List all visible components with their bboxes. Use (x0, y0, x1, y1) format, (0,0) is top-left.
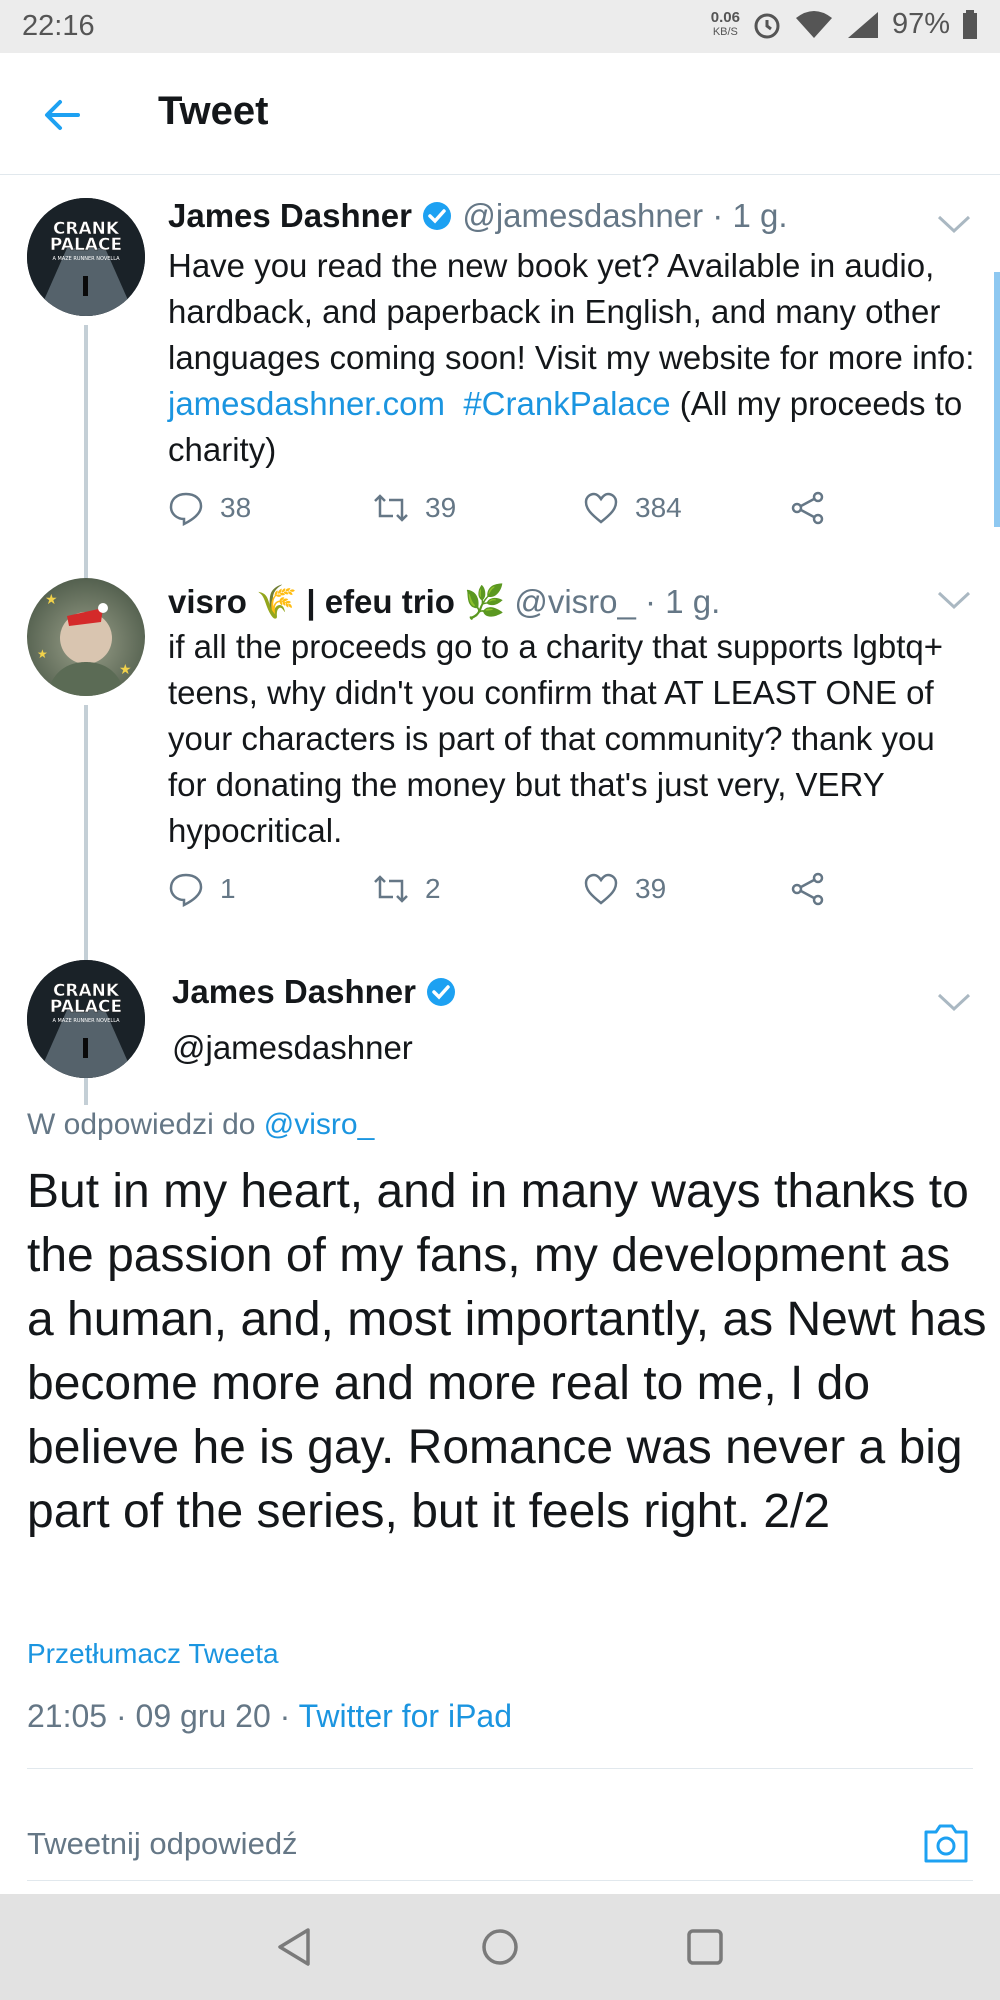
network-speed-value: 0.06 (710, 8, 740, 26)
like-button[interactable]: 39 (583, 871, 666, 907)
avatar[interactable]: CRANK PALACE A MAZE RUNNER NOVELLA (27, 198, 145, 316)
tweet-age: · 1 g. (645, 583, 721, 620)
cover-title-line2: PALACE (50, 997, 122, 1017)
chevron-down-icon[interactable] (936, 213, 972, 235)
tweet-timestamp: 21:05 · 09 gru 20 · Twitter for iPad (27, 1698, 512, 1735)
like-count: 384 (635, 492, 682, 523)
retweet-count: 39 (425, 492, 457, 523)
website-link[interactable]: jamesdashner.com (168, 385, 445, 422)
cover-title-line2: PALACE (50, 235, 122, 255)
cover-subtitle: A MAZE RUNNER NOVELLA (52, 1018, 120, 1024)
user-photo-image: ★ ★ ★ (37, 592, 132, 696)
wifi-icon (795, 10, 832, 38)
tweet-text: Have you read the new book yet? Availabl… (168, 243, 978, 473)
nav-back-icon[interactable] (272, 1924, 318, 1970)
nav-recents-icon[interactable] (682, 1924, 728, 1970)
book-cover-image: CRANK PALACE A MAZE RUNNER NOVELLA (27, 198, 145, 316)
reply-button[interactable]: 1 (168, 871, 236, 907)
network-speed-unit: KB/S (712, 25, 738, 38)
retweet-button[interactable]: 2 (373, 871, 441, 907)
status-time: 22:16 (22, 10, 95, 42)
reply-composer[interactable]: Tweetnij odpowiedź (27, 1818, 973, 1874)
reply-context: W odpowiedzi do @visro_ (27, 1108, 374, 1142)
share-icon (791, 872, 824, 906)
retweet-icon (374, 875, 408, 903)
author-name[interactable]: James Dashner (168, 197, 412, 234)
hashtag-link[interactable]: #CrankPalace (463, 385, 670, 422)
reply-button[interactable]: 38 (168, 490, 251, 526)
back-arrow-icon[interactable] (38, 91, 86, 139)
share-button[interactable] (790, 871, 826, 907)
chevron-down-icon[interactable] (936, 589, 972, 611)
reply-context-prefix: W odpowiedzi do (27, 1108, 264, 1141)
translate-tweet-link[interactable]: Przetłumacz Tweeta (27, 1638, 279, 1670)
status-icons: 0.06 KB/S 97% (711, 8, 978, 41)
focused-tweet-header[interactable]: CRANK PALACE A MAZE RUNNER NOVELLA James… (0, 955, 1000, 1095)
page-title: Tweet (158, 89, 269, 133)
battery-percent: 97% (891, 8, 950, 40)
like-count: 39 (635, 873, 667, 904)
tweet-header: visro 🌾 | efeu trio 🌿 @visro_ · 1 g. (168, 583, 720, 622)
timestamp-text: 21:05 · 09 gru 20 · (27, 1698, 299, 1734)
system-nav-bar (0, 1894, 1000, 2000)
reply-count: 38 (220, 492, 252, 523)
book-cover-image: CRANK PALACE A MAZE RUNNER NOVELLA (27, 960, 145, 1078)
reply-to-handle[interactable]: @visro_ (264, 1108, 374, 1141)
svg-text:★: ★ (45, 592, 58, 608)
retweet-button[interactable]: 39 (373, 490, 456, 526)
svg-text:★: ★ (119, 662, 132, 678)
camera-icon[interactable] (923, 1822, 969, 1864)
share-icon (791, 491, 824, 525)
heart-icon (584, 492, 618, 524)
avatar[interactable]: ★ ★ ★ (27, 578, 145, 696)
network-speed: 0.06 KB/S (711, 10, 740, 40)
tweet-text: if all the proceeds go to a charity that… (168, 628, 944, 849)
focused-tweet-text: But in my heart, and in many ways thanks… (27, 1165, 987, 1538)
author-name-suffix[interactable]: | efeu trio (306, 583, 455, 620)
reply-count: 1 (220, 873, 236, 904)
share-button[interactable] (790, 490, 826, 526)
reply-icon (169, 873, 203, 907)
author-handle[interactable]: @visro_ (514, 583, 636, 620)
avatar[interactable]: CRANK PALACE A MAZE RUNNER NOVELLA (27, 960, 145, 1078)
cover-subtitle: A MAZE RUNNER NOVELLA (52, 256, 120, 262)
thread-tweet-2[interactable]: ★ ★ ★ visro 🌾 | efeu trio 🌿 @visro_ · 1 … (0, 565, 1000, 1105)
author-name[interactable]: visro (168, 583, 247, 620)
tweet-header: James Dashner @jamesdashner · 1 g. (168, 197, 787, 235)
tweet-source-link[interactable]: Twitter for iPad (299, 1698, 512, 1734)
status-bar: 22:16 0.06 KB/S 97% (0, 0, 1000, 53)
herb-emoji-icon: 🌿 (464, 583, 506, 620)
verified-badge-icon (423, 202, 452, 230)
svg-text:★: ★ (37, 647, 48, 661)
thread-tweet-1[interactable]: CRANK PALACE A MAZE RUNNER NOVELLA James… (0, 175, 1000, 595)
cell-signal-icon (847, 11, 878, 38)
wheat-emoji-icon: 🌾 (256, 583, 298, 620)
author-handle[interactable]: @jamesdashner (172, 1029, 413, 1067)
nav-home-icon[interactable] (477, 1924, 523, 1970)
top-app-bar: Tweet (0, 53, 1000, 175)
reply-icon (169, 492, 203, 526)
tweet-text-main: Have you read the new book yet? Availabl… (168, 247, 975, 376)
verified-badge-icon (427, 978, 456, 1006)
battery-icon (963, 9, 977, 39)
author-handle[interactable]: @jamesdashner (462, 197, 703, 234)
author-line: James Dashner (172, 973, 457, 1011)
tweet-actions: 1 2 39 (168, 871, 848, 911)
retweet-icon (374, 494, 408, 522)
thread-line (84, 325, 88, 595)
chevron-down-icon[interactable] (936, 991, 972, 1013)
tweet-age: · 1 g. (712, 197, 788, 234)
reply-placeholder[interactable]: Tweetnij odpowiedź (27, 1826, 298, 1862)
author-name[interactable]: James Dashner (172, 973, 416, 1010)
divider (27, 1768, 973, 1769)
alarm-icon (754, 13, 780, 38)
retweet-count: 2 (425, 873, 441, 904)
divider (27, 1880, 973, 1881)
like-button[interactable]: 384 (583, 490, 682, 526)
heart-icon (584, 873, 618, 905)
tweet-actions: 38 39 384 (168, 490, 848, 530)
